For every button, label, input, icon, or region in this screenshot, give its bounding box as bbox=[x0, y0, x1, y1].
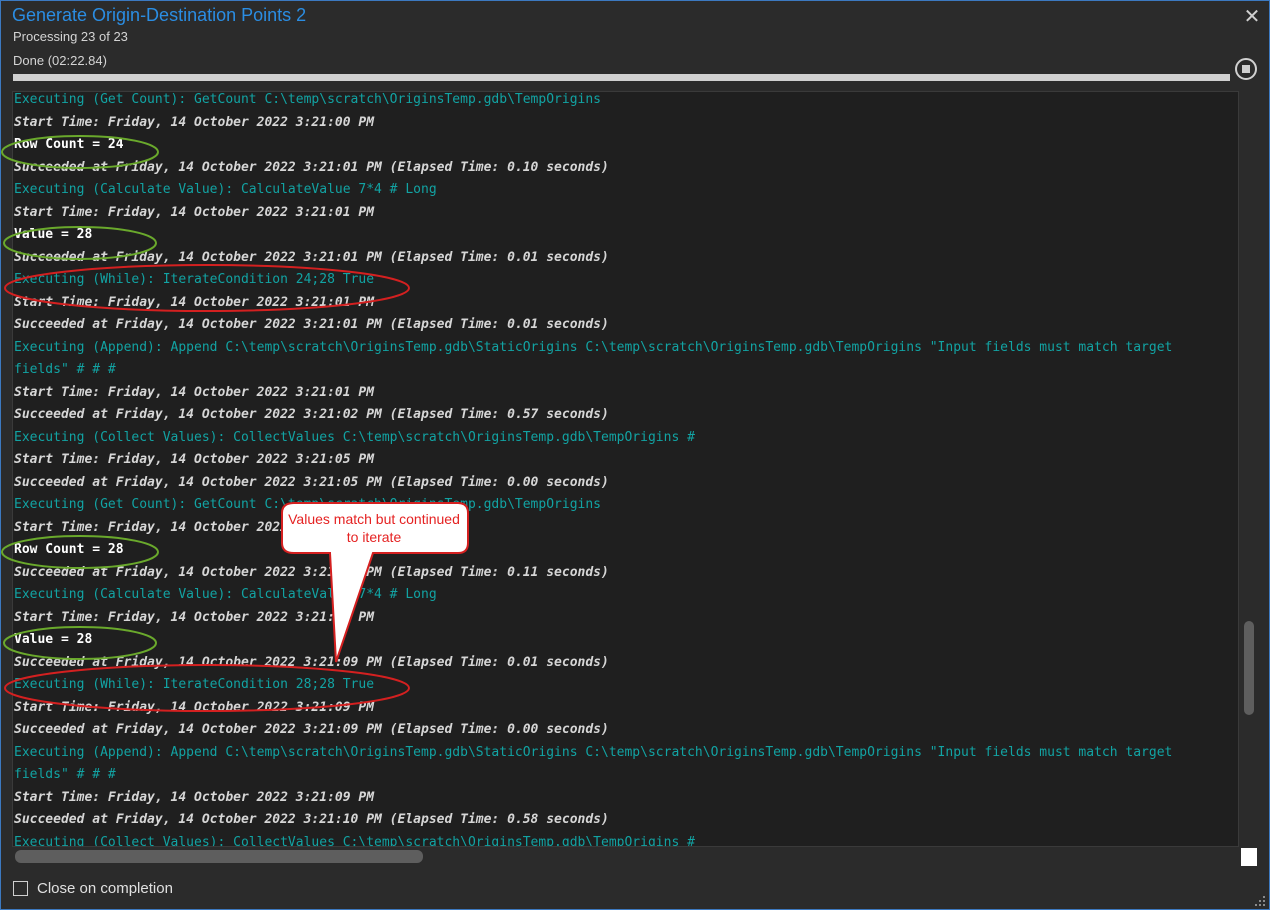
log-line-info: Start Time: Friday, 14 October 2022 3:21… bbox=[14, 609, 375, 625]
log-line-info: Succeeded at Friday, 14 October 2022 3:2… bbox=[14, 159, 609, 175]
log-line-info: Succeeded at Friday, 14 October 2022 3:2… bbox=[14, 317, 609, 332]
close-on-completion-checkbox[interactable] bbox=[13, 881, 28, 896]
log-line-info: Succeeded at Friday, 14 October 2022 3:2… bbox=[14, 407, 609, 422]
progress-fill bbox=[13, 74, 1230, 81]
log-line-info: Start Time: Friday, 14 October 2022 3:21… bbox=[14, 699, 375, 715]
log-line-exec: Executing (Append): Append C:\temp\scrat… bbox=[14, 744, 1173, 760]
resize-grip-icon[interactable] bbox=[1253, 894, 1267, 908]
log-line-result: Value = 28 bbox=[14, 632, 93, 647]
scroll-corner bbox=[1241, 848, 1257, 866]
message-log[interactable]: Executing (Get Count): GetCount C:\temp\… bbox=[12, 91, 1239, 847]
progress-bar bbox=[13, 74, 1230, 81]
log-line-exec: Executing (Get Count): GetCount C:\temp\… bbox=[14, 497, 601, 512]
log-lines: Executing (Get Count): GetCount C:\temp\… bbox=[14, 92, 1238, 847]
horizontal-scrollbar[interactable] bbox=[12, 848, 1239, 866]
log-line-info: Succeeded at Friday, 14 October 2022 3:2… bbox=[14, 474, 609, 490]
log-line-info: Succeeded at Friday, 14 October 2022 3:2… bbox=[14, 812, 609, 827]
log-line-info: Start Time: Friday, 14 October 2022 3:21… bbox=[14, 204, 375, 220]
log-line-result: Row Count = 24 bbox=[14, 137, 124, 152]
log-line-exec: Executing (Append): Append C:\temp\scrat… bbox=[14, 339, 1173, 355]
horizontal-scroll-thumb[interactable] bbox=[15, 850, 423, 863]
log-line-exec: fields" # # # bbox=[14, 362, 116, 377]
done-status: Done (02:22.84) bbox=[13, 53, 107, 68]
vertical-scrollbar[interactable] bbox=[1241, 91, 1256, 848]
log-line-exec: Executing (While): IterateCondition 28;2… bbox=[14, 677, 375, 692]
callout-text: Values match but continued to iterate bbox=[288, 511, 460, 545]
stop-icon[interactable] bbox=[1235, 58, 1257, 80]
log-line-exec: Executing (Get Count): GetCount C:\temp\… bbox=[14, 92, 601, 107]
log-line-info: Succeeded at Friday, 14 October 2022 3:2… bbox=[14, 249, 609, 265]
log-line-info: Start Time: Friday, 14 October 2022 3:21… bbox=[14, 384, 375, 400]
log-line-result: Row Count = 28 bbox=[14, 542, 124, 557]
log-line-exec: Executing (Collect Values): CollectValue… bbox=[14, 429, 695, 445]
log-line-exec: Executing (While): IterateCondition 24;2… bbox=[14, 272, 375, 287]
log-line-info: Succeeded at Friday, 14 October 2022 3:2… bbox=[14, 654, 609, 670]
log-line-info: Succeeded at Friday, 14 October 2022 3:2… bbox=[14, 722, 609, 737]
log-line-info: Start Time: Friday, 14 October 2022 3:21… bbox=[14, 114, 375, 130]
log-line-info: Start Time: Friday, 14 October 2022 3:21… bbox=[14, 519, 375, 535]
log-line-result: Value = 28 bbox=[14, 227, 93, 242]
log-line-exec: Executing (Collect Values): CollectValue… bbox=[14, 834, 695, 847]
close-icon[interactable]: ✕ bbox=[1241, 4, 1263, 28]
log-line-exec: Executing (Calculate Value): CalculateVa… bbox=[14, 587, 437, 602]
vertical-scroll-thumb[interactable] bbox=[1244, 621, 1254, 715]
log-line-info: Start Time: Friday, 14 October 2022 3:21… bbox=[14, 294, 375, 310]
log-line-info: Start Time: Friday, 14 October 2022 3:21… bbox=[14, 789, 375, 805]
geoprocessing-dialog: Generate Origin-Destination Points 2 ✕ P… bbox=[0, 0, 1270, 910]
log-line-info: Start Time: Friday, 14 October 2022 3:21… bbox=[14, 452, 375, 467]
close-on-completion-label[interactable]: Close on completion bbox=[37, 880, 173, 897]
processing-status: Processing 23 of 23 bbox=[13, 29, 128, 44]
log-line-info: Succeeded at Friday, 14 October 2022 3:2… bbox=[14, 564, 609, 580]
log-line-exec: Executing (Calculate Value): CalculateVa… bbox=[14, 182, 437, 197]
stop-square bbox=[1242, 65, 1250, 73]
log-line-exec: fields" # # # bbox=[14, 767, 116, 782]
dialog-title: Generate Origin-Destination Points 2 bbox=[12, 5, 307, 25]
